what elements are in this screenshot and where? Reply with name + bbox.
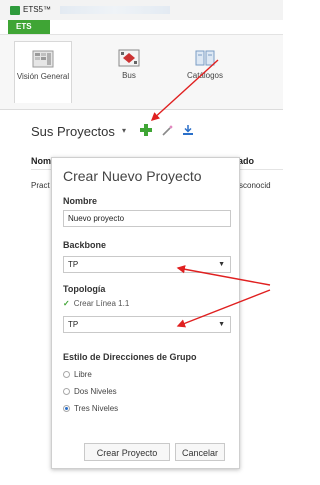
topology-value: TP [68,320,79,329]
name-label: Nombre [63,196,98,206]
projects-header[interactable]: Sus Proyectos [31,124,115,139]
radio-button-icon [63,388,70,395]
catalog-icon [195,50,215,66]
backbone-label: Backbone [63,240,107,250]
overview-button[interactable]: Visión General [14,41,72,103]
overview-label: Visión General [16,72,70,81]
topology-select[interactable]: TP ▼ [63,316,231,333]
group-style-label: Estilo de Direcciones de Grupo [63,352,197,362]
cancel-button[interactable]: Cancelar [175,443,225,461]
checkmark-icon: ✓ [63,299,70,308]
catalog-button[interactable]: Catálogos [176,41,234,103]
create-project-dialog: Crear Nuevo Proyecto Nombre Nuevo proyec… [51,157,240,469]
title-bar: ETS5™ [0,0,283,20]
radio-libre-label: Libre [74,370,92,379]
radio-tres-niveles[interactable]: Tres Niveles [63,404,118,413]
radio-tres-niveles-label: Tres Niveles [74,404,119,413]
radio-button-icon [63,371,70,378]
project-row-name[interactable]: Pract [31,181,50,190]
radio-selected-icon [63,405,70,412]
project-name-value: Nuevo proyecto [68,214,125,223]
backbone-value: TP [68,260,79,269]
catalog-label: Catálogos [186,71,224,80]
column-header-name[interactable]: Nom [31,156,51,166]
bus-button[interactable]: Bus [100,41,158,103]
chevron-down-icon[interactable]: ▾ [122,126,126,135]
add-project-icon[interactable] [139,123,153,137]
dialog-title: Crear Nuevo Proyecto [63,168,202,184]
chevron-down-icon: ▼ [218,261,225,268]
project-row-state: sconocid [239,181,271,190]
ribbon: Visión General Bus Catálogos [0,34,283,110]
create-line-checkbox[interactable]: ✓ Crear Línea 1.1 [63,299,129,308]
wand-icon[interactable] [161,124,174,137]
app-title: ETS5™ [23,5,52,14]
bus-icon [118,49,140,67]
radio-dos-niveles[interactable]: Dos Niveles [63,387,117,396]
overview-icon [32,50,54,68]
import-icon[interactable] [182,124,194,136]
ets-app-icon [10,6,20,15]
project-name-input[interactable]: Nuevo proyecto [63,210,231,227]
backbone-select[interactable]: TP ▼ [63,256,231,273]
topology-label: Topología [63,284,106,294]
radio-dos-niveles-label: Dos Niveles [74,387,117,396]
blurred-title-area [60,6,170,14]
column-header-state[interactable]: ado [238,156,254,166]
chevron-down-icon: ▼ [218,321,225,328]
radio-libre[interactable]: Libre [63,370,92,379]
create-line-label: Crear Línea 1.1 [73,299,130,308]
bus-label: Bus [122,71,136,80]
ets-tab[interactable]: ETS [8,20,50,34]
create-project-button[interactable]: Crear Proyecto [84,443,170,461]
